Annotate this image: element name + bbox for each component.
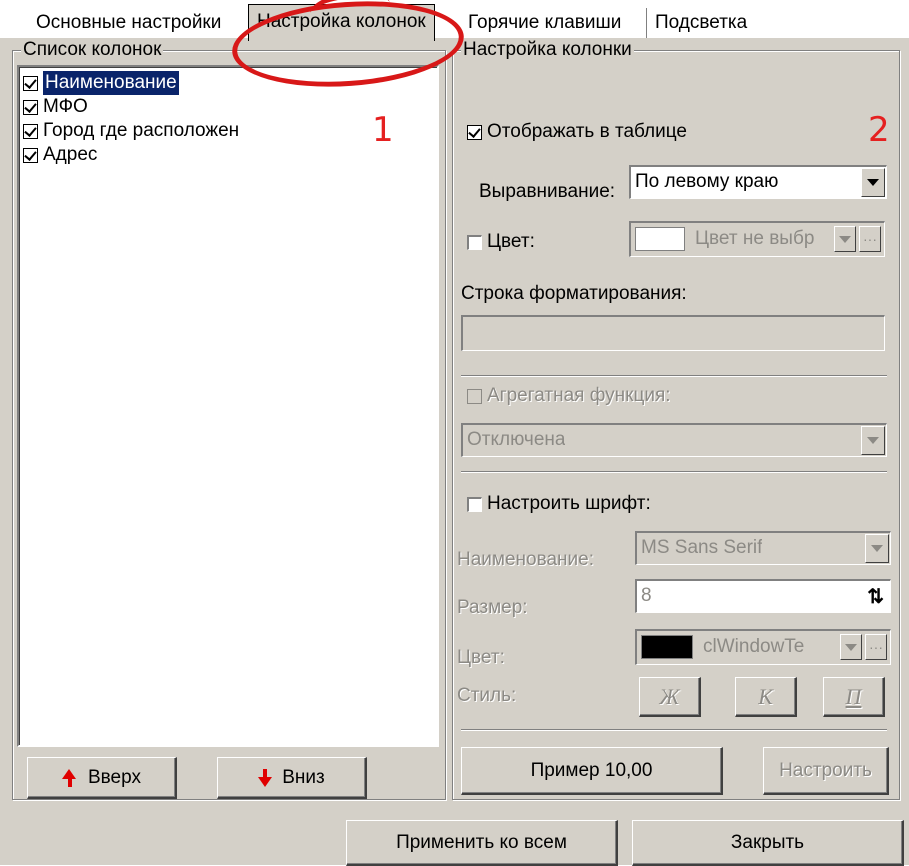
list-item-label: Город где расположен xyxy=(43,120,240,141)
list-item-label: Адрес xyxy=(43,144,98,165)
color-row[interactable]: Цвет: xyxy=(467,231,535,253)
tab-hotkeys[interactable]: Горячие клавиши xyxy=(460,8,629,38)
aggregate-value: Отключена xyxy=(467,429,566,450)
annotation-number-1: 1 xyxy=(372,110,394,150)
color-label: Цвет: xyxy=(487,231,535,252)
checkbox-icon[interactable] xyxy=(23,99,38,115)
format-input[interactable] xyxy=(461,315,885,351)
color-value: Цвет не выбр xyxy=(695,228,815,249)
columns-group: Список колонок Наименование МФО Город гд… xyxy=(12,39,446,800)
chevron-down-icon[interactable] xyxy=(861,426,885,455)
divider xyxy=(461,375,887,377)
chevron-down-icon[interactable] xyxy=(861,168,885,197)
settings-dialog: Список колонок Наименование МФО Город гд… xyxy=(0,38,909,866)
font-color-swatch xyxy=(641,635,693,659)
font-size-value: 8 xyxy=(641,585,652,606)
aggregate-checkbox[interactable] xyxy=(467,388,482,404)
ellipsis-icon[interactable]: ··· xyxy=(859,226,881,252)
aggregate-row[interactable]: Агрегатная функция: xyxy=(467,385,671,407)
font-settings-label: Настроить шрифт: xyxy=(487,493,651,514)
column-settings-group: Настройка колонки Отображать в таблице В… xyxy=(452,39,900,800)
arrow-up-icon xyxy=(62,768,78,787)
apply-to-all-button[interactable]: Применить ко всем xyxy=(346,820,618,866)
checkbox-icon[interactable] xyxy=(23,147,38,163)
underline-button[interactable]: П xyxy=(823,677,885,717)
move-down-label: Вниз xyxy=(282,766,325,788)
move-down-button[interactable]: Вниз xyxy=(217,757,367,799)
chevron-down-icon[interactable] xyxy=(840,634,862,660)
columns-listbox[interactable]: Наименование МФО Город где расположен Ад… xyxy=(17,65,439,747)
arrow-down-icon xyxy=(258,768,273,787)
spin-icon[interactable]: ⇅ xyxy=(867,584,884,609)
font-color-value: clWindowTe xyxy=(703,636,805,657)
columns-group-caption: Список колонок xyxy=(21,39,164,61)
tab-strip: Основные настройки Настройка колонок Гор… xyxy=(0,0,909,41)
font-size-spinner[interactable]: 8 ⇅ xyxy=(635,579,891,613)
show-in-table-row[interactable]: Отображать в таблице xyxy=(467,121,687,143)
font-size-label: Размер: xyxy=(457,597,528,618)
color-swatch xyxy=(635,227,685,251)
font-name-value: MS Sans Serif xyxy=(641,537,763,558)
chevron-down-icon[interactable] xyxy=(834,226,856,252)
column-settings-caption: Настройка колонки xyxy=(461,39,634,61)
close-button[interactable]: Закрыть xyxy=(632,820,904,866)
font-color-label: Цвет: xyxy=(457,647,505,668)
font-settings-row[interactable]: Настроить шрифт: xyxy=(467,493,651,515)
divider xyxy=(461,471,887,473)
list-item-label: МФО xyxy=(43,96,88,117)
font-color-select[interactable]: clWindowTe ··· xyxy=(635,629,891,665)
alignment-value: По левому краю xyxy=(635,171,779,192)
color-checkbox[interactable] xyxy=(467,234,482,250)
tab-main-settings[interactable]: Основные настройки xyxy=(28,8,229,38)
alignment-select[interactable]: По левому краю xyxy=(629,165,887,199)
aggregate-select[interactable]: Отключена xyxy=(461,423,887,457)
bold-button[interactable]: Ж xyxy=(639,677,701,717)
font-name-select[interactable]: MS Sans Serif xyxy=(635,531,891,565)
tab-highlight[interactable]: Подсветка xyxy=(646,8,755,38)
list-item-label: Наименование xyxy=(43,71,179,95)
checkbox-icon[interactable] xyxy=(23,75,38,91)
configure-button[interactable]: Настроить xyxy=(763,747,889,795)
font-name-label: Наименование: xyxy=(457,549,594,570)
divider xyxy=(461,729,887,731)
move-up-label: Вверх xyxy=(88,766,141,788)
style-label: Стиль: xyxy=(457,685,517,706)
show-in-table-checkbox[interactable] xyxy=(467,124,482,140)
color-select[interactable]: Цвет не выбр ··· xyxy=(629,221,885,257)
annotation-number-2: 2 xyxy=(868,110,890,150)
ellipsis-icon[interactable]: ··· xyxy=(865,634,887,660)
italic-button[interactable]: К xyxy=(735,677,797,717)
chevron-down-icon[interactable] xyxy=(865,534,889,563)
aggregate-label: Агрегатная функция: xyxy=(487,385,671,406)
font-settings-checkbox[interactable] xyxy=(467,496,482,512)
move-up-button[interactable]: Вверх xyxy=(27,757,177,799)
sample-preview: Пример 10,00 xyxy=(461,747,723,795)
list-item[interactable]: Наименование xyxy=(23,71,441,95)
alignment-label: Выравнивание: xyxy=(479,181,616,202)
format-label: Строка форматирования: xyxy=(461,283,687,304)
checkbox-icon[interactable] xyxy=(23,123,38,139)
show-in-table-label: Отображать в таблице xyxy=(487,121,687,142)
